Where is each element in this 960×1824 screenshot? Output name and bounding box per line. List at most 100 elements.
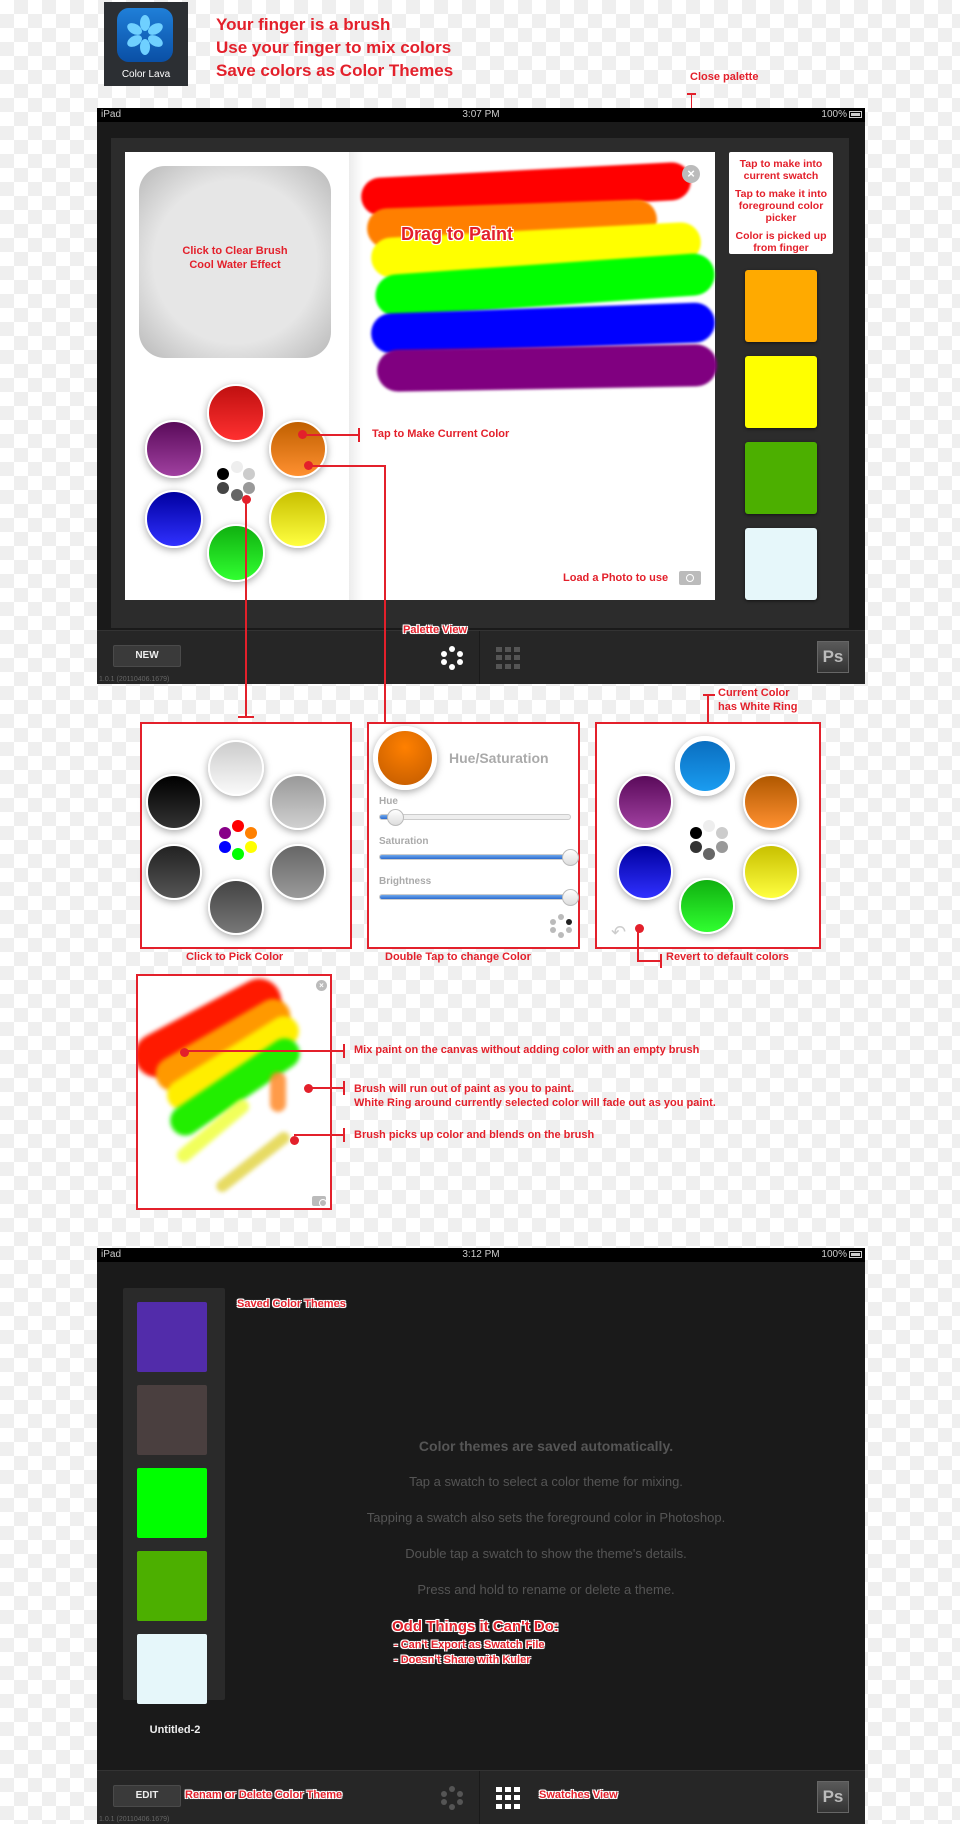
photoshop-icon[interactable]: Ps [817,1781,849,1813]
camera-icon[interactable] [312,1196,327,1207]
battery-icon [849,1251,862,1258]
palette-orb-orange[interactable] [269,420,327,478]
clear-brush-text: Cool Water Effect [189,259,281,271]
palette-orb-blue[interactable] [617,844,673,900]
annotation-close-palette: Close palette [690,71,759,83]
palette-orb-orange[interactable] [743,774,799,830]
paper: Click to Clear Brush Cool Water Effect D… [125,152,718,600]
annotation-text: Brush will run out of paint as you to pa… [354,1083,574,1095]
clear-brush-text: Click to Clear Brush [182,245,288,257]
toolbar-divider [479,1771,480,1824]
theme-swatch[interactable] [137,1302,207,1372]
clear-brush-button[interactable]: Click to Clear Brush Cool Water Effect [139,166,331,358]
swatches-view-icon[interactable] [496,1787,520,1809]
gray-orb[interactable] [270,844,326,900]
gray-dot[interactable] [243,482,255,494]
edit-note: Renam or Delete Color Theme [185,1789,343,1801]
paint-canvas[interactable]: Drag to Paint × Load a Photo to use [349,152,718,600]
gray-dot[interactable] [217,482,229,494]
new-button[interactable]: NEW [113,645,181,667]
app-icon[interactable]: Color Lava [104,2,188,86]
hue-saturation-inset: Hue/Saturation Hue Saturation Brightness [367,722,580,949]
flower-icon [117,8,173,62]
color-dot[interactable] [232,820,244,832]
color-dot[interactable] [219,841,231,853]
palette-orb-purple[interactable] [145,420,203,478]
annotation-line [687,93,696,95]
saturation-slider[interactable] [379,849,579,866]
theme-swatch[interactable] [137,1468,207,1538]
gray-dot[interactable] [716,841,728,853]
palette-orb-green[interactable] [679,878,735,934]
gray-orb[interactable] [146,844,202,900]
hue-color-preview [373,726,437,790]
color-dot[interactable] [232,848,244,860]
swatch-note: Tap to make into current swatch [739,158,823,182]
hue-slider[interactable] [379,809,571,826]
mixing-canvas-inset[interactable]: × [136,974,332,1210]
palette-orb-red[interactable] [207,384,265,442]
theme-swatch[interactable] [137,1634,207,1704]
saved-themes-label: Saved Color Themes [237,1298,346,1310]
info-line: Double tap a swatch to show the theme's … [405,1546,687,1561]
grayscale-picker-inset [140,722,352,949]
annotation-line [343,1128,345,1142]
theme-swatch-column[interactable] [123,1288,225,1704]
close-icon[interactable]: × [682,165,700,183]
photoshop-icon[interactable]: Ps [817,641,849,673]
gray-dot[interactable] [703,848,715,860]
annotation-current-ring: Current Color has White Ring [718,686,797,714]
slider-knob[interactable] [562,889,579,906]
gray-dot[interactable] [716,827,728,839]
current-swatch[interactable] [745,528,817,600]
color-dot[interactable] [245,827,257,839]
current-swatch[interactable] [745,270,817,342]
theme-swatch[interactable] [137,1551,207,1621]
theme-swatch[interactable] [137,1385,207,1455]
color-dot[interactable] [245,841,257,853]
gray-dot[interactable] [231,461,243,473]
palette-orb-purple[interactable] [617,774,673,830]
info-line: Tap a swatch to select a color theme for… [409,1474,683,1489]
brightness-slider[interactable] [379,889,579,906]
annotation-line [343,1081,345,1095]
back-to-palette-icon[interactable] [549,914,573,938]
gray-orb[interactable] [208,879,264,935]
close-icon[interactable]: × [316,980,327,991]
annotation-double-tap: Double Tap to change Color [385,951,531,963]
cant-do-item: - Doesn't Share with Kuler [394,1654,531,1666]
theme-name[interactable]: Untitled-2 [127,1724,223,1736]
current-color-orb[interactable] [675,736,735,796]
gray-orb[interactable] [208,740,264,796]
slider-fill [380,855,570,859]
edit-button[interactable]: EDIT [113,1785,181,1807]
annotation-text: has White Ring [718,701,798,713]
gray-dot[interactable] [243,468,255,480]
gray-dot[interactable] [690,841,702,853]
palette-orb-yellow[interactable] [743,844,799,900]
battery-percent: 100% [821,109,847,120]
revert-icon[interactable]: ↶ [611,922,626,943]
gray-orb[interactable] [270,774,326,830]
swatches-view-icon[interactable] [496,647,520,669]
current-swatch[interactable] [745,442,817,514]
gray-dot[interactable] [703,820,715,832]
palette-view-icon[interactable] [440,1786,464,1810]
color-dot[interactable] [219,827,231,839]
gray-dot[interactable] [217,468,229,480]
current-swatch[interactable] [745,356,817,428]
palette-orb-yellow[interactable] [269,490,327,548]
bottom-toolbar: EDIT Renam or Delete Color Theme Swatche… [97,1770,865,1824]
camera-icon[interactable] [679,571,701,585]
swatch-note: Tap to make it into foreground color pic… [735,188,827,224]
gray-dot[interactable] [690,827,702,839]
palette-orb-green[interactable] [207,524,265,582]
annotation-revert: Revert to default colors [666,951,789,963]
version-label: 1.0.1 (20110406.1679) [99,676,170,683]
palette-orb-blue[interactable] [145,490,203,548]
gray-orb[interactable] [146,774,202,830]
slider-knob[interactable] [387,809,405,826]
annotation-text: Current Color [718,687,790,699]
slider-knob[interactable] [562,849,579,866]
palette-view-icon[interactable] [440,646,464,670]
